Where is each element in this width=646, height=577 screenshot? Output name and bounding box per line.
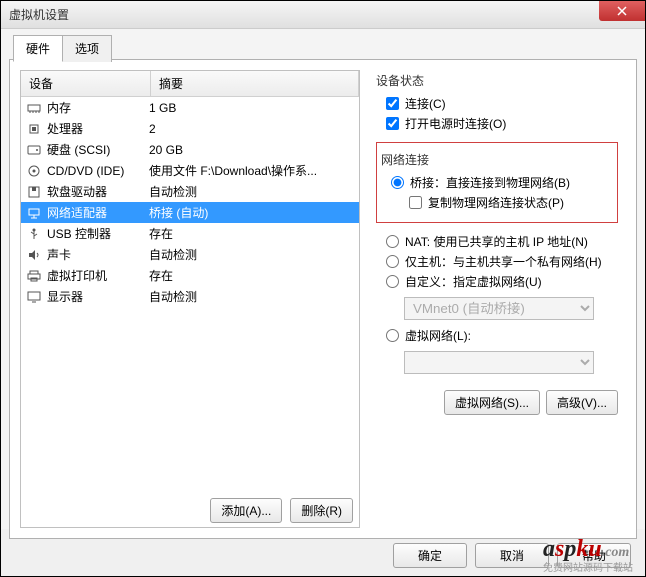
titlebar: 虚拟机设置 — [1, 1, 645, 29]
connect-at-power-label: 打开电源时连接(O) — [405, 115, 506, 132]
memory-icon — [25, 102, 43, 114]
device-name: CD/DVD (IDE) — [47, 164, 124, 178]
cancel-button[interactable]: 取消 — [475, 543, 549, 568]
lan-segment-select — [404, 351, 594, 374]
right-buttons: 虚拟网络(S)... 高级(V)... — [376, 390, 618, 415]
tab-strip: 硬件 选项 — [13, 35, 111, 62]
device-row-net[interactable]: 网络适配器 桥接 (自动) — [21, 202, 359, 223]
replicate-row[interactable]: 复制物理网络连接状态(P) — [409, 194, 613, 211]
footer-buttons: 确定 取消 帮助 — [393, 543, 631, 568]
custom-radio[interactable] — [386, 275, 399, 288]
device-name: 虚拟打印机 — [47, 267, 107, 284]
device-row-floppy[interactable]: 软盘驱动器 自动检测 — [21, 181, 359, 202]
cd-icon — [25, 164, 43, 178]
connect-at-power-row[interactable]: 打开电源时连接(O) — [386, 115, 618, 132]
device-name: 内存 — [47, 99, 71, 116]
content-area: 设备 摘要 内存 1 GB 处理器 2 硬盘 (SCSI) 20 GB CD/DVD (ID… — [9, 59, 637, 539]
nat-radio[interactable] — [386, 235, 399, 248]
hostonly-label: 仅主机：与主机共享一个私有网络(H) — [405, 253, 602, 270]
device-row-memory[interactable]: 内存 1 GB — [21, 97, 359, 118]
sound-icon — [25, 249, 43, 261]
connected-checkbox[interactable] — [386, 97, 399, 110]
close-icon — [617, 6, 627, 16]
device-summary: 存在 — [149, 225, 355, 242]
advanced-button[interactable]: 高级(V)... — [546, 390, 618, 415]
device-name: 显示器 — [47, 288, 83, 305]
device-summary: 自动检测 — [149, 183, 355, 200]
lan-segment-radio-row[interactable]: 虚拟网络(L): — [386, 327, 618, 344]
add-button[interactable]: 添加(A)... — [210, 498, 282, 523]
printer-icon — [25, 270, 43, 282]
device-row-display[interactable]: 显示器 自动检测 — [21, 286, 359, 307]
bridged-label: 桥接：直接连接到物理网络(B) — [410, 174, 570, 191]
ok-button[interactable]: 确定 — [393, 543, 467, 568]
lan-segment-radio[interactable] — [386, 329, 399, 342]
custom-label: 自定义：指定虚拟网络(U) — [405, 273, 542, 290]
device-summary: 20 GB — [149, 143, 355, 157]
device-summary: 桥接 (自动) — [149, 204, 355, 221]
device-name: 硬盘 (SCSI) — [47, 141, 110, 158]
tab-hardware[interactable]: 硬件 — [13, 35, 63, 62]
device-list[interactable]: 内存 1 GB 处理器 2 硬盘 (SCSI) 20 GB CD/DVD (IDE) 使用文件… — [21, 97, 359, 490]
network-connection-highlight: 网络连接 桥接：直接连接到物理网络(B) 复制物理网络连接状态(P) — [376, 142, 618, 223]
display-icon — [25, 291, 43, 303]
replicate-checkbox[interactable] — [409, 196, 422, 209]
tab-options[interactable]: 选项 — [62, 35, 112, 62]
device-summary: 自动检测 — [149, 288, 355, 305]
connect-at-power-checkbox[interactable] — [386, 117, 399, 130]
device-row-hdd[interactable]: 硬盘 (SCSI) 20 GB — [21, 139, 359, 160]
replicate-label: 复制物理网络连接状态(P) — [428, 194, 564, 211]
device-row-printer[interactable]: 虚拟打印机 存在 — [21, 265, 359, 286]
list-header: 设备 摘要 — [21, 71, 359, 97]
device-list-panel: 设备 摘要 内存 1 GB 处理器 2 硬盘 (SCSI) 20 GB CD/DVD (ID… — [20, 70, 360, 528]
device-row-sound[interactable]: 声卡 自动检测 — [21, 244, 359, 265]
help-button[interactable]: 帮助 — [557, 543, 631, 568]
net-icon — [25, 207, 43, 219]
right-panel: 设备状态 连接(C) 打开电源时连接(O) 网络连接 桥接：直接连接到物理网络(… — [360, 70, 626, 528]
device-row-cd[interactable]: CD/DVD (IDE) 使用文件 F:\Download\操作系... — [21, 160, 359, 181]
bridged-radio[interactable] — [391, 176, 404, 189]
device-name: 网络适配器 — [47, 204, 107, 221]
custom-radio-row[interactable]: 自定义：指定虚拟网络(U) — [386, 273, 618, 290]
device-name: 软盘驱动器 — [47, 183, 107, 200]
nat-label: NAT: 使用已共享的主机 IP 地址(N) — [405, 233, 588, 250]
device-status-group: 设备状态 连接(C) 打开电源时连接(O) — [376, 72, 618, 132]
left-buttons: 添加(A)... 删除(R) — [21, 490, 359, 527]
device-status-label: 设备状态 — [376, 72, 618, 89]
device-row-usb[interactable]: USB 控制器 存在 — [21, 223, 359, 244]
device-name: 处理器 — [47, 120, 83, 137]
network-connection-label: 网络连接 — [381, 151, 613, 168]
device-name: USB 控制器 — [47, 225, 111, 242]
col-summary: 摘要 — [151, 71, 359, 96]
connected-label: 连接(C) — [405, 95, 446, 112]
window-title: 虚拟机设置 — [9, 6, 69, 23]
device-summary: 存在 — [149, 267, 355, 284]
floppy-icon — [25, 185, 43, 199]
col-device: 设备 — [21, 71, 151, 96]
custom-select: VMnet0 (自动桥接) — [404, 297, 594, 320]
device-summary: 1 GB — [149, 101, 355, 115]
device-summary: 2 — [149, 122, 355, 136]
hdd-icon — [25, 144, 43, 156]
device-row-cpu[interactable]: 处理器 2 — [21, 118, 359, 139]
device-summary: 自动检测 — [149, 246, 355, 263]
hostonly-radio-row[interactable]: 仅主机：与主机共享一个私有网络(H) — [386, 253, 618, 270]
bridged-radio-row[interactable]: 桥接：直接连接到物理网络(B) — [391, 174, 613, 191]
remove-button[interactable]: 删除(R) — [290, 498, 353, 523]
usb-icon — [25, 227, 43, 241]
vm-settings-dialog: 虚拟机设置 硬件 选项 设备 摘要 内存 1 GB 处理器 2 硬盘 (SCSI) 20 … — [0, 0, 646, 577]
connected-checkbox-row[interactable]: 连接(C) — [386, 95, 618, 112]
hostonly-radio[interactable] — [386, 255, 399, 268]
cpu-icon — [25, 122, 43, 136]
device-name: 声卡 — [47, 246, 71, 263]
virtual-network-button[interactable]: 虚拟网络(S)... — [444, 390, 540, 415]
nat-radio-row[interactable]: NAT: 使用已共享的主机 IP 地址(N) — [386, 233, 618, 250]
lan-segment-label: 虚拟网络(L): — [405, 327, 471, 344]
close-button[interactable] — [599, 1, 645, 21]
dialog-body: 设备 摘要 内存 1 GB 处理器 2 硬盘 (SCSI) 20 GB CD/DVD (ID… — [1, 29, 645, 529]
device-summary: 使用文件 F:\Download\操作系... — [149, 162, 355, 179]
